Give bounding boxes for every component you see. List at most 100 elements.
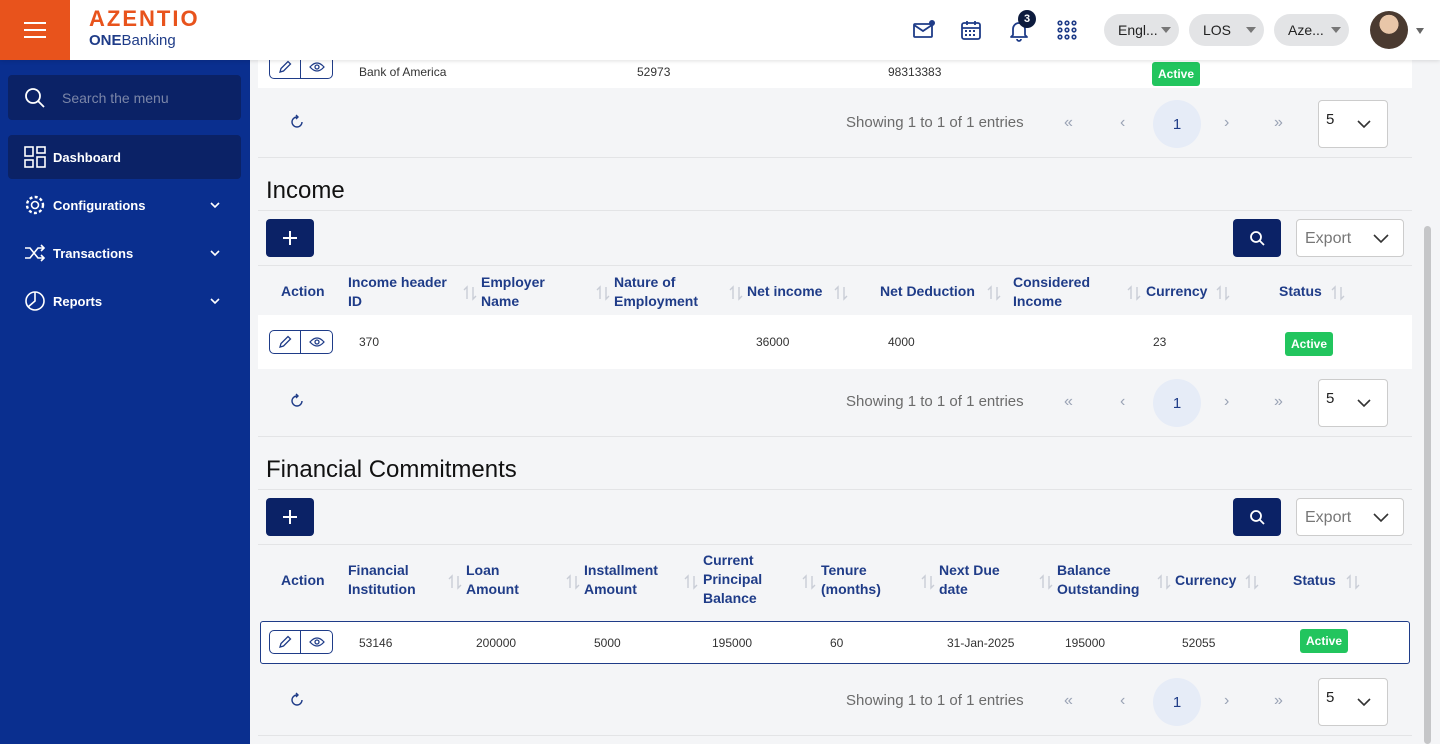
sort-icon[interactable] xyxy=(682,573,700,591)
prev-page-button[interactable]: ‹ xyxy=(1120,114,1125,132)
sidebar-item-dashboard[interactable]: Dashboard xyxy=(8,135,241,179)
sort-icon[interactable] xyxy=(1155,573,1173,591)
income-id-cell: 370 xyxy=(359,335,380,349)
refresh-icon[interactable] xyxy=(289,692,305,708)
calendar-icon[interactable] xyxy=(959,18,983,42)
sort-icon[interactable] xyxy=(800,573,818,591)
column-header[interactable]: Status xyxy=(1293,571,1336,590)
export-select[interactable]: Export xyxy=(1296,498,1404,536)
sort-icon[interactable] xyxy=(1037,573,1055,591)
refresh-icon[interactable] xyxy=(289,393,305,409)
next-page-button[interactable]: › xyxy=(1224,114,1229,132)
scrollbar[interactable] xyxy=(1424,226,1431,744)
current-page[interactable]: 1 xyxy=(1153,678,1201,726)
edit-button[interactable] xyxy=(269,330,301,354)
next-page-button[interactable]: › xyxy=(1224,692,1229,710)
eye-icon xyxy=(308,62,325,72)
column-header[interactable]: Current Principal Balance xyxy=(703,551,773,608)
commitments-table-header: Action Financial Institution Loan Amount… xyxy=(258,544,1412,620)
column-header[interactable]: Considered Income xyxy=(1013,273,1113,311)
sort-icon[interactable] xyxy=(1125,284,1143,302)
column-header[interactable]: Currency xyxy=(1146,282,1207,301)
row-actions xyxy=(269,330,333,354)
sort-icon[interactable] xyxy=(446,573,464,591)
column-header[interactable]: Net Deduction xyxy=(880,282,975,301)
language-select[interactable]: Engl... xyxy=(1104,14,1179,46)
view-button[interactable] xyxy=(301,60,333,79)
column-header[interactable]: Currency xyxy=(1175,571,1236,590)
brand-logo: AZENTIO ONEBanking xyxy=(89,8,200,50)
sort-icon[interactable] xyxy=(594,284,612,302)
edit-button[interactable] xyxy=(269,630,301,654)
balance-outstanding-cell: 195000 xyxy=(1065,635,1106,650)
column-header[interactable]: Loan Amount xyxy=(466,561,536,599)
main-content: Bank of America 52973 98313383 Active Sh… xyxy=(258,60,1412,744)
page-size-select[interactable]: 5 xyxy=(1318,678,1388,726)
sidebar-item-transactions[interactable]: Transactions xyxy=(8,231,241,275)
column-header[interactable]: Status xyxy=(1279,282,1322,301)
column-header[interactable]: Financial Institution xyxy=(348,561,438,599)
pencil-icon xyxy=(279,335,292,348)
chevron-down-icon xyxy=(1373,513,1389,523)
sort-icon[interactable] xyxy=(461,284,479,302)
sidebar-item-reports[interactable]: Reports xyxy=(8,279,241,323)
column-header[interactable]: Net income xyxy=(747,282,822,301)
sort-icon[interactable] xyxy=(919,573,937,591)
module-select[interactable]: LOS xyxy=(1189,14,1264,46)
first-page-button[interactable]: « xyxy=(1064,692,1073,710)
brand-subtitle: ONEBanking xyxy=(89,32,176,49)
table-row[interactable]: 53146 200000 5000 195000 60 31-Jan-2025 … xyxy=(260,621,1410,664)
entity-select[interactable]: Aze... xyxy=(1274,14,1349,46)
first-page-button[interactable]: « xyxy=(1064,114,1073,132)
last-page-button[interactable]: » xyxy=(1274,393,1283,411)
current-page[interactable]: 1 xyxy=(1153,379,1201,427)
column-header[interactable]: Installment Amount xyxy=(584,561,674,599)
search-button[interactable] xyxy=(1233,219,1281,257)
chevron-down-icon xyxy=(1161,27,1171,33)
column-header[interactable]: Nature of Employment xyxy=(614,273,724,311)
profile-caret-icon[interactable] xyxy=(1416,28,1424,34)
page-size-select[interactable]: 5 xyxy=(1318,100,1388,148)
column-header[interactable]: Balance Outstanding xyxy=(1057,561,1147,599)
divider xyxy=(258,210,1412,211)
sort-icon[interactable] xyxy=(1329,284,1347,302)
column-header[interactable]: Employer Name xyxy=(481,273,571,311)
principal-balance-cell: 195000 xyxy=(712,635,753,650)
refresh-icon[interactable] xyxy=(289,114,305,130)
sort-icon[interactable] xyxy=(1214,284,1232,302)
sort-icon[interactable] xyxy=(564,573,582,591)
page-size-select[interactable]: 5 xyxy=(1318,379,1388,427)
last-page-button[interactable]: » xyxy=(1274,114,1283,132)
mail-icon[interactable] xyxy=(912,18,936,42)
export-select[interactable]: Export xyxy=(1296,219,1404,257)
sort-icon[interactable] xyxy=(1344,573,1362,591)
prev-page-button[interactable]: ‹ xyxy=(1120,393,1125,411)
sort-icon[interactable] xyxy=(985,284,1003,302)
prev-page-button[interactable]: ‹ xyxy=(1120,692,1125,710)
add-income-button[interactable] xyxy=(266,219,314,257)
menu-search-input[interactable] xyxy=(62,89,222,106)
column-header[interactable]: Income header ID xyxy=(348,273,458,311)
current-page[interactable]: 1 xyxy=(1153,100,1201,148)
sidebar-item-label: Transactions xyxy=(53,245,134,261)
next-page-button[interactable]: › xyxy=(1224,393,1229,411)
sort-icon[interactable] xyxy=(727,284,745,302)
search-button[interactable] xyxy=(1233,498,1281,536)
column-header[interactable]: Next Due date xyxy=(939,561,1009,599)
add-commitment-button[interactable] xyxy=(266,498,314,536)
dashboard-icon xyxy=(24,146,46,168)
sort-icon[interactable] xyxy=(832,284,850,302)
column-header[interactable]: Tenure (months) xyxy=(821,561,891,599)
first-page-button[interactable]: « xyxy=(1064,393,1073,411)
view-button[interactable] xyxy=(301,630,333,654)
sort-icon[interactable] xyxy=(1243,573,1261,591)
view-button[interactable] xyxy=(301,330,333,354)
edit-button[interactable] xyxy=(269,60,301,79)
avatar[interactable] xyxy=(1370,11,1408,49)
pie-chart-icon xyxy=(24,290,46,312)
sidebar-item-configurations[interactable]: Configurations xyxy=(8,183,241,227)
hamburger-menu-button[interactable] xyxy=(0,0,70,60)
last-page-button[interactable]: » xyxy=(1274,692,1283,710)
apps-grid-icon[interactable] xyxy=(1055,18,1079,42)
menu-search[interactable] xyxy=(8,75,241,120)
